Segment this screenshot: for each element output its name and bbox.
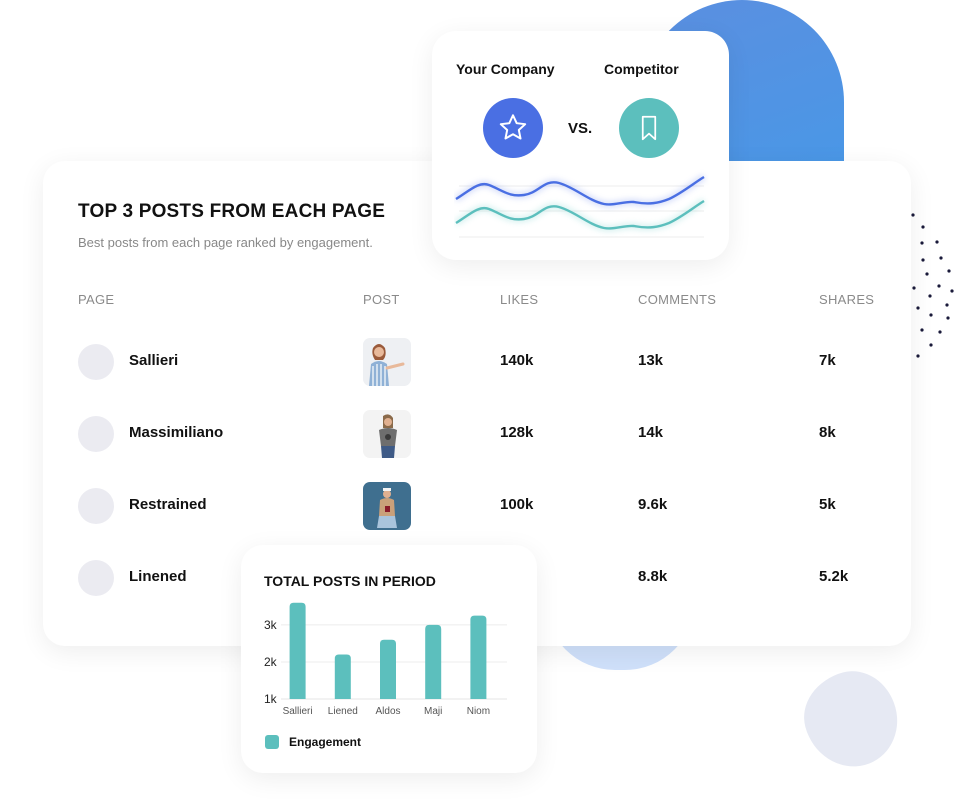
background-grey-blob xyxy=(794,661,908,778)
page-name[interactable]: Massimiliano xyxy=(129,424,223,441)
table-row[interactable]: Restrained 100k 9.6k 5k xyxy=(43,481,911,531)
competitor-badge xyxy=(619,98,679,158)
bookmark-icon xyxy=(641,115,657,141)
star-icon xyxy=(499,114,527,140)
page-name[interactable]: Linened xyxy=(129,568,187,585)
woman-blue-background-photo xyxy=(363,482,411,530)
x-tick-label: Sallieri xyxy=(283,706,313,717)
competitor-label: Competitor xyxy=(604,61,679,77)
woman-grey-tshirt-photo xyxy=(363,410,411,458)
legend-label-engagement: Engagement xyxy=(289,735,362,749)
page-avatar xyxy=(78,416,114,452)
bar-maji[interactable] xyxy=(425,624,442,699)
shares-value: 5k xyxy=(819,496,836,513)
x-tick-label: Niom xyxy=(467,706,490,717)
chart-title: TOTAL POSTS IN PERIOD xyxy=(264,573,436,589)
vs-text: VS. xyxy=(568,120,593,137)
table-row[interactable]: Massimiliano 128k 14k 8k xyxy=(43,409,911,459)
total-posts-card: TOTAL POSTS IN PERIOD 1k 2k 3k Sallieri Lien… xyxy=(241,545,537,773)
page-name[interactable]: Restrained xyxy=(129,496,207,513)
decorative-dots xyxy=(911,213,954,358)
x-tick-label: Maji xyxy=(424,706,442,717)
legend-swatch-engagement xyxy=(265,735,279,749)
page-avatar xyxy=(78,560,114,596)
your-company-badge xyxy=(483,98,543,158)
comments-value: 8.8k xyxy=(638,568,668,585)
bar-liened[interactable] xyxy=(334,654,351,699)
comparison-line-chart xyxy=(454,174,706,238)
woman-striped-shirt-photo xyxy=(363,338,411,386)
y-tick-label: 1k xyxy=(264,692,278,706)
comments-value: 13k xyxy=(638,352,664,369)
column-header-comments[interactable]: COMMENTS xyxy=(638,292,716,307)
shares-value: 7k xyxy=(819,352,836,369)
your-company-label: Your Company xyxy=(456,61,555,77)
comments-value: 9.6k xyxy=(638,496,668,513)
page-avatar xyxy=(78,488,114,524)
page-avatar xyxy=(78,344,114,380)
likes-value: 128k xyxy=(500,424,534,441)
y-tick-label: 2k xyxy=(264,655,278,669)
bar-chart: 1k 2k 3k Sallieri Liened Aldos Maji Niom xyxy=(264,602,507,717)
likes-value: 140k xyxy=(500,352,534,369)
chart-legend: Engagement xyxy=(265,735,361,749)
post-thumbnail[interactable] xyxy=(363,482,411,530)
card-title: TOP 3 POSTS FROM EACH PAGE xyxy=(78,201,386,222)
bar-niom[interactable] xyxy=(470,615,487,699)
column-header-shares[interactable]: SHARES xyxy=(819,292,874,307)
x-tick-label: Aldos xyxy=(375,706,400,717)
shares-value: 8k xyxy=(819,424,836,441)
column-header-page[interactable]: PAGE xyxy=(78,292,114,307)
likes-value: 100k xyxy=(500,496,534,513)
table-row[interactable]: Sallieri 140k 13k 7k xyxy=(43,337,911,387)
bar-sallieri[interactable] xyxy=(289,602,306,699)
bar-aldos[interactable] xyxy=(380,639,396,699)
post-thumbnail[interactable] xyxy=(363,410,411,458)
comparison-card: Your Company Competitor VS. xyxy=(432,31,729,260)
x-tick-label: Liened xyxy=(328,706,358,717)
card-subtitle: Best posts from each page ranked by enga… xyxy=(78,235,373,250)
page-name[interactable]: Sallieri xyxy=(129,352,178,369)
column-header-likes[interactable]: LIKES xyxy=(500,292,538,307)
post-thumbnail[interactable] xyxy=(363,338,411,386)
column-header-post[interactable]: POST xyxy=(363,292,400,307)
comments-value: 14k xyxy=(638,424,664,441)
y-tick-label: 3k xyxy=(264,618,278,632)
shares-value: 5.2k xyxy=(819,568,849,585)
